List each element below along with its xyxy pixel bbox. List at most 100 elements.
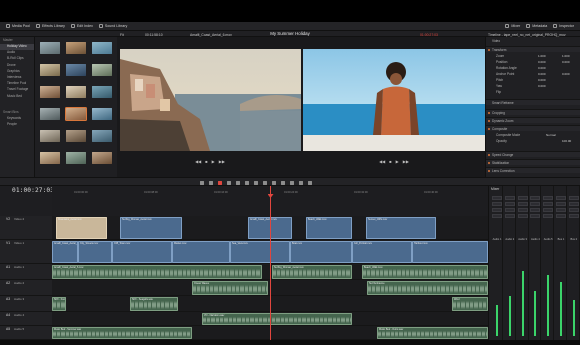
param-value-y[interactable]: 0.000 <box>562 60 570 64</box>
playhead[interactable] <box>270 186 271 340</box>
video-clip[interactable]: Sunset_Cliffs.mov <box>366 217 436 239</box>
media-thumbnail[interactable] <box>66 64 86 76</box>
param-value-x[interactable]: 0.000 <box>538 84 546 88</box>
mixer-effect-slot[interactable] <box>530 196 541 200</box>
track-header[interactable]: A2 Audio 2 <box>0 280 52 296</box>
video-clip[interactable]: Market.mov <box>172 241 230 263</box>
overwrite-icon[interactable] <box>245 180 249 185</box>
mixer-effect-slot[interactable] <box>530 214 541 218</box>
video-clip[interactable]: Boat.mov <box>290 241 352 263</box>
media-thumbnail[interactable] <box>66 152 86 164</box>
param-value-x[interactable]: 0.000 <box>538 72 546 76</box>
track-header[interactable]: A3 Audio 3 <box>0 296 52 312</box>
section-lens-correction[interactable]: Lens Correction <box>486 167 580 173</box>
media-thumbnail[interactable] <box>66 86 86 98</box>
video-clip[interactable]: Amalfi_Coast_Aerial_6.mov <box>52 241 78 263</box>
sound-library-button[interactable]: Sound Library <box>98 24 127 28</box>
fastforward-icon[interactable]: ▶▶ <box>219 159 225 164</box>
section-cropping[interactable]: Cropping <box>486 109 580 115</box>
section-stabilization[interactable]: Stabilization <box>486 159 580 165</box>
section-transform[interactable]: Transform <box>486 46 580 52</box>
mixer-effect-slot[interactable] <box>517 202 528 206</box>
mixer-effect-slot[interactable] <box>568 208 579 212</box>
media-thumbnail[interactable] <box>65 107 87 121</box>
mixer-effect-slot[interactable] <box>543 196 554 200</box>
smart-bin-people[interactable]: People <box>0 122 34 128</box>
param-value-y[interactable]: 0.000 <box>562 72 570 76</box>
mixer-effect-slot[interactable] <box>556 214 566 218</box>
audio-clip[interactable]: Ocean Waves <box>192 281 268 295</box>
edit-index-button[interactable]: Edit Index <box>70 24 93 28</box>
audio-clip[interactable]: Music Bed - Summer.wav <box>52 327 192 339</box>
mixer-effect-slot[interactable] <box>492 214 502 218</box>
mixer-effect-slot[interactable] <box>517 214 528 218</box>
mixer-effect-slot[interactable] <box>504 214 515 218</box>
media-pool-button[interactable]: Media Pool <box>6 24 30 28</box>
rec-rewind-icon[interactable]: ◀◀ <box>379 159 385 164</box>
rec-stop-icon[interactable]: ■ <box>389 159 391 164</box>
audio-clip[interactable]: SFX - Footsteps.wav <box>52 297 66 311</box>
mixer-effect-slot[interactable] <box>504 208 515 212</box>
param-value-y[interactable]: 1.000 <box>562 54 570 58</box>
record-frame[interactable] <box>303 49 485 151</box>
timeline-timecode[interactable]: 01:00:27:03 <box>12 187 54 194</box>
mixer-effect-slot[interactable] <box>504 202 515 206</box>
section-smart-reframe[interactable]: Smart Reframe <box>486 99 580 105</box>
media-thumbnail[interactable] <box>40 42 60 54</box>
track-header[interactable]: V2 Video 2 <box>0 216 52 240</box>
media-thumbnail[interactable] <box>92 86 112 98</box>
track-header[interactable]: A1 Audio 1 <box>0 264 52 280</box>
mixer-button[interactable]: Mixer <box>505 24 520 28</box>
media-thumbnail[interactable] <box>40 64 60 76</box>
mixer-effect-slot[interactable] <box>568 196 579 200</box>
sidebar-bin-item[interactable]: Music Bed <box>0 94 34 100</box>
section-speed-change[interactable]: Speed Change <box>486 151 580 157</box>
track-header[interactable]: A4 Audio 4 <box>0 312 52 326</box>
selection-tool-icon[interactable] <box>200 180 204 185</box>
source-frame[interactable] <box>120 49 301 151</box>
inspector-title[interactable]: Video <box>492 39 500 43</box>
mixer-effect-slot[interactable] <box>517 208 528 212</box>
audio-clip[interactable]: VO - Narration.wav <box>202 313 352 325</box>
link-icon[interactable] <box>272 180 276 185</box>
opacity-value[interactable]: 100.00 <box>562 139 571 143</box>
audio-clip[interactable]: Music Bed - Outro.wav <box>377 327 488 339</box>
rec-play-icon[interactable]: ▶ <box>396 159 399 164</box>
effects-library-button[interactable]: Effects Library <box>35 24 65 28</box>
rewind-icon[interactable]: ◀◀ <box>195 159 201 164</box>
param-value-x[interactable]: 0.000 <box>538 66 546 70</box>
video-clip[interactable]: Mountains_Aerial.mov <box>56 217 107 239</box>
media-thumbnail[interactable] <box>92 108 112 120</box>
audio-clip[interactable]: Amalfi_Coast_Aerial_6.mov <box>52 265 262 279</box>
composite-mode-value[interactable]: Normal <box>546 133 556 137</box>
inspector-button[interactable]: Inspector <box>553 24 574 28</box>
audio-clip[interactable]: Surfing_Woman_Aerial.mov <box>272 265 352 279</box>
timeline-name[interactable]: Timeline - tape_reel_no_net_original_PRO… <box>488 33 566 37</box>
video-clip[interactable]: Cliff_Town.mov <box>112 241 172 263</box>
section-composite[interactable]: Composite <box>486 125 580 131</box>
mixer-effect-slot[interactable] <box>492 202 502 206</box>
media-thumbnail[interactable] <box>40 86 60 98</box>
zoom-in-icon[interactable] <box>299 180 303 185</box>
mixer-effect-slot[interactable] <box>556 202 566 206</box>
mixer-effect-slot[interactable] <box>568 202 579 206</box>
flag-icon[interactable] <box>281 180 285 185</box>
stop-icon[interactable]: ■ <box>205 159 207 164</box>
media-thumbnail[interactable] <box>92 130 112 142</box>
video-clip[interactable]: Beach_Walk.mov <box>306 217 352 239</box>
media-thumbnail[interactable] <box>40 152 60 164</box>
section-dynamic-zoom[interactable]: Dynamic Zoom <box>486 117 580 123</box>
metadata-button[interactable]: Metadata <box>526 24 547 28</box>
rec-fastforward-icon[interactable]: ▶▶ <box>403 159 409 164</box>
mixer-effect-slot[interactable] <box>556 208 566 212</box>
mixer-effect-slot[interactable] <box>543 208 554 212</box>
param-value-x[interactable]: 0.000 <box>538 78 546 82</box>
track-header[interactable]: V1 Video 1 <box>0 240 52 264</box>
audio-clip[interactable]: SFX - Seagulls.wav <box>130 297 178 311</box>
video-clip[interactable]: Sea_View.mov <box>230 241 290 263</box>
media-thumbnail[interactable] <box>66 130 86 142</box>
media-thumbnail[interactable] <box>92 64 112 76</box>
media-thumbnail[interactable] <box>40 130 60 142</box>
razor-icon[interactable] <box>227 180 231 185</box>
video-clip[interactable]: Girl_Portrait.mov <box>352 241 412 263</box>
